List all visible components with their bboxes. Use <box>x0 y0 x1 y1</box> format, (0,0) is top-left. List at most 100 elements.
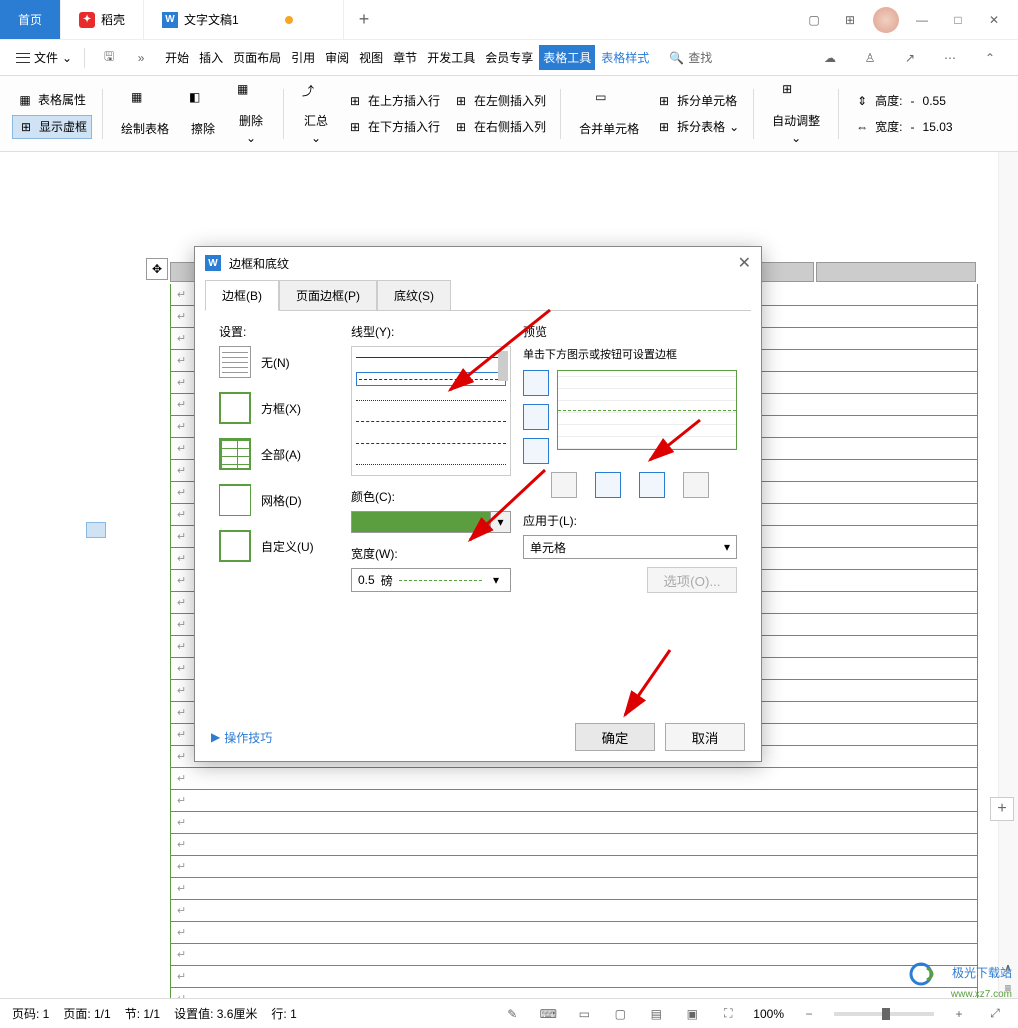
insert-above-button[interactable]: ⊞在上方插入行 <box>342 90 444 112</box>
merge-cells-button[interactable]: ▭合并单元格 <box>571 86 647 141</box>
zoom-slider[interactable] <box>834 1012 934 1016</box>
border-preview[interactable] <box>557 370 737 450</box>
tips-link[interactable]: ▶ 操作技巧 <box>211 729 272 746</box>
line-dashdot[interactable] <box>356 436 506 449</box>
new-tab-button[interactable]: + <box>344 0 384 39</box>
insert-below-button[interactable]: ⊞在下方插入行 <box>342 116 444 138</box>
menu-member[interactable]: 会员专享 <box>481 45 537 70</box>
table-row[interactable]: ↵ <box>170 966 978 988</box>
input-mode-icon[interactable]: ⌨ <box>537 1003 559 1025</box>
tab-shading[interactable]: 底纹(S) <box>377 280 451 311</box>
color-dropdown-icon[interactable]: ▾ <box>490 512 510 532</box>
line-dash-selected[interactable] <box>356 372 506 386</box>
tab-document[interactable]: W 文字文稿1 <box>144 0 344 39</box>
save-icon[interactable]: 🖫 <box>97 46 121 70</box>
auto-fit-button[interactable]: ⊞自动调整⌄ <box>764 78 828 149</box>
split-table-button[interactable]: ⊞拆分表格⌄ <box>651 116 743 138</box>
cancel-button[interactable]: 取消 <box>665 723 745 751</box>
draw-table-button[interactable]: ▦绘制表格 <box>113 86 177 141</box>
width-dropdown-icon[interactable]: ▾ <box>488 573 504 587</box>
table-row[interactable]: ↵ <box>170 790 978 812</box>
user-icon[interactable]: ♙ <box>858 46 882 70</box>
menu-view[interactable]: 视图 <box>355 45 387 70</box>
table-move-handle[interactable]: ✥ <box>146 258 168 280</box>
view-outline-icon[interactable]: ▣ <box>681 1003 703 1025</box>
menu-pagelayout[interactable]: 页面布局 <box>229 45 285 70</box>
row-height[interactable]: ⇕高度:-0.55 <box>849 90 956 112</box>
search-button[interactable]: 🔍 查找 <box>669 49 712 66</box>
line-dash2[interactable] <box>356 415 506 428</box>
border-top-button[interactable] <box>523 370 549 396</box>
erase-button[interactable]: ◧擦除 <box>181 86 225 141</box>
fit-page-icon[interactable]: ⛶ <box>717 1003 739 1025</box>
menu-devtools[interactable]: 开发工具 <box>423 45 479 70</box>
view-read-icon[interactable]: ▢ <box>609 1003 631 1025</box>
dialog-titlebar[interactable]: W 边框和底纹 ✕ <box>195 247 761 279</box>
setting-none[interactable]: 无(N) <box>219 346 339 378</box>
table-row[interactable]: ↵ <box>170 768 978 790</box>
menu-review[interactable]: 审阅 <box>321 45 353 70</box>
status-page[interactable]: 页码: 1 <box>12 1005 49 1022</box>
setting-grid[interactable]: 网格(D) <box>219 484 339 516</box>
window-layout2-icon[interactable]: ⊞ <box>834 4 866 36</box>
col-width[interactable]: ⇔宽度:-15.03 <box>849 116 956 138</box>
menu-tablestyle[interactable]: 表格样式 <box>597 45 653 70</box>
dialog-close-button[interactable]: ✕ <box>738 253 751 273</box>
color-picker[interactable]: ▾ <box>351 511 511 533</box>
split-cell-button[interactable]: ⊞拆分单元格 <box>651 90 743 112</box>
table-row[interactable]: ↵ <box>170 922 978 944</box>
tab-doke[interactable]: ✦ 稻壳 <box>61 0 144 39</box>
side-panel-icon[interactable] <box>86 522 106 538</box>
avatar[interactable] <box>870 4 902 36</box>
table-row[interactable]: ↵ <box>170 900 978 922</box>
add-row-button[interactable]: + <box>990 797 1014 821</box>
table-row[interactable]: ↵ <box>170 856 978 878</box>
border-diag2-button[interactable] <box>683 472 709 498</box>
setting-custom[interactable]: 自定义(U) <box>219 530 339 562</box>
delete-button[interactable]: ▦删除⌄ <box>229 78 273 149</box>
zoom-in-button[interactable]: + <box>948 1003 970 1025</box>
table-row[interactable]: ↵ <box>170 834 978 856</box>
vertical-scrollbar[interactable]: + ∧ ≡ ∨ <box>998 152 1018 1022</box>
zoom-out-button[interactable]: − <box>798 1003 820 1025</box>
border-mid-h-button[interactable] <box>523 404 549 430</box>
table-row[interactable]: ↵ <box>170 944 978 966</box>
line-dot[interactable] <box>356 394 506 407</box>
status-position[interactable]: 设置值: 3.6厘米 <box>174 1005 257 1022</box>
minimize-button[interactable]: — <box>906 4 938 36</box>
apply-to-select[interactable]: 单元格 ▾ <box>523 535 737 559</box>
summary-button[interactable]: ⤴汇总⌄ <box>294 78 338 149</box>
menu-start[interactable]: 开始 <box>161 45 193 70</box>
more-icon[interactable]: » <box>129 46 153 70</box>
line-solid[interactable] <box>356 351 506 364</box>
border-left-button[interactable] <box>595 472 621 498</box>
status-section[interactable]: 节: 1/1 <box>125 1005 160 1022</box>
setting-all[interactable]: 全部(A) <box>219 438 339 470</box>
more-options-icon[interactable]: ⋯ <box>938 46 962 70</box>
line-dashdotdot[interactable] <box>356 458 506 471</box>
ok-button[interactable]: 确定 <box>575 723 655 751</box>
line-style-list[interactable] <box>351 346 511 476</box>
window-layout1-icon[interactable]: ▢ <box>798 4 830 36</box>
border-right-button[interactable] <box>639 472 665 498</box>
spellcheck-icon[interactable]: ✎ <box>501 1003 523 1025</box>
tab-border[interactable]: 边框(B) <box>205 280 279 311</box>
border-diag1-button[interactable] <box>551 472 577 498</box>
options-button[interactable]: 选项(O)... <box>647 567 737 593</box>
width-picker[interactable]: 0.5 磅 ▾ <box>351 568 511 592</box>
insert-left-button[interactable]: ⊞在左侧插入列 <box>448 90 550 112</box>
tab-page-border[interactable]: 页面边框(P) <box>279 280 377 311</box>
insert-right-button[interactable]: ⊞在右侧插入列 <box>448 116 550 138</box>
setting-box[interactable]: 方框(X) <box>219 392 339 424</box>
tab-home[interactable]: 首页 <box>0 0 61 39</box>
maximize-button[interactable]: □ <box>942 4 974 36</box>
zoom-level[interactable]: 100% <box>753 1007 784 1021</box>
table-properties-button[interactable]: ▦表格属性 <box>12 89 92 111</box>
menu-insert[interactable]: 插入 <box>195 45 227 70</box>
menu-section[interactable]: 章节 <box>389 45 421 70</box>
cloud-icon[interactable]: ☁ <box>818 46 842 70</box>
menu-tabletools[interactable]: 表格工具 <box>539 45 595 70</box>
view-print-icon[interactable]: ▭ <box>573 1003 595 1025</box>
close-button[interactable]: ✕ <box>978 4 1010 36</box>
status-line[interactable]: 行: 1 <box>271 1005 296 1022</box>
